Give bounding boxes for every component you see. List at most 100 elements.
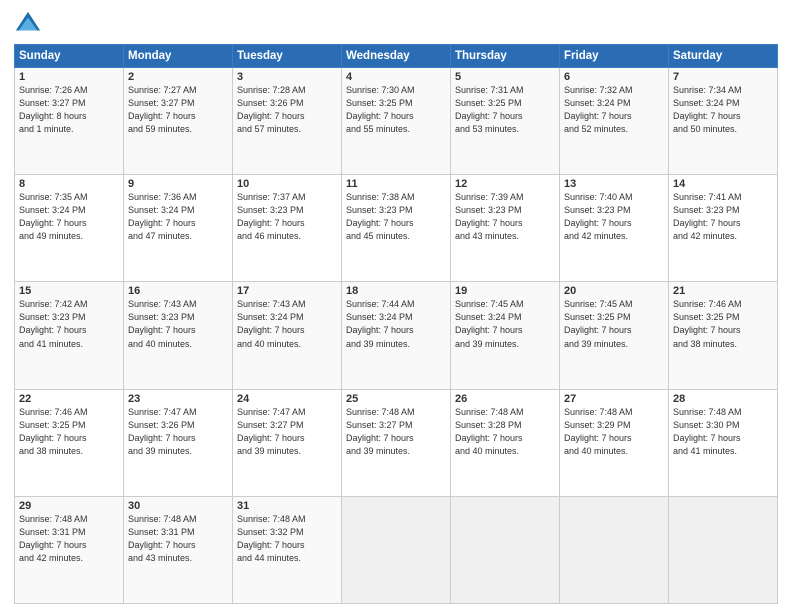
- calendar-cell: 10Sunrise: 7:37 AM Sunset: 3:23 PM Dayli…: [233, 175, 342, 282]
- day-number: 23: [128, 393, 228, 405]
- calendar-cell: 3Sunrise: 7:28 AM Sunset: 3:26 PM Daylig…: [233, 68, 342, 175]
- header: [14, 10, 778, 38]
- day-number: 4: [346, 71, 446, 83]
- calendar-day-header: Thursday: [451, 45, 560, 68]
- calendar-week-row: 22Sunrise: 7:46 AM Sunset: 3:25 PM Dayli…: [15, 389, 778, 496]
- calendar-week-row: 29Sunrise: 7:48 AM Sunset: 3:31 PM Dayli…: [15, 496, 778, 603]
- day-number: 8: [19, 178, 119, 190]
- day-info: Sunrise: 7:48 AM Sunset: 3:31 PM Dayligh…: [128, 513, 228, 565]
- calendar-cell: 9Sunrise: 7:36 AM Sunset: 3:24 PM Daylig…: [124, 175, 233, 282]
- calendar-cell: 4Sunrise: 7:30 AM Sunset: 3:25 PM Daylig…: [342, 68, 451, 175]
- calendar-cell: 23Sunrise: 7:47 AM Sunset: 3:26 PM Dayli…: [124, 389, 233, 496]
- calendar-cell: 28Sunrise: 7:48 AM Sunset: 3:30 PM Dayli…: [669, 389, 778, 496]
- calendar-cell: [669, 496, 778, 603]
- calendar-cell: 31Sunrise: 7:48 AM Sunset: 3:32 PM Dayli…: [233, 496, 342, 603]
- day-info: Sunrise: 7:39 AM Sunset: 3:23 PM Dayligh…: [455, 191, 555, 243]
- day-number: 11: [346, 178, 446, 190]
- day-number: 31: [237, 500, 337, 512]
- page-container: SundayMondayTuesdayWednesdayThursdayFrid…: [0, 0, 792, 612]
- calendar-cell: 2Sunrise: 7:27 AM Sunset: 3:27 PM Daylig…: [124, 68, 233, 175]
- day-info: Sunrise: 7:48 AM Sunset: 3:32 PM Dayligh…: [237, 513, 337, 565]
- day-number: 6: [564, 71, 664, 83]
- calendar-day-header: Saturday: [669, 45, 778, 68]
- calendar-cell: 20Sunrise: 7:45 AM Sunset: 3:25 PM Dayli…: [560, 282, 669, 389]
- day-info: Sunrise: 7:43 AM Sunset: 3:23 PM Dayligh…: [128, 298, 228, 350]
- day-info: Sunrise: 7:44 AM Sunset: 3:24 PM Dayligh…: [346, 298, 446, 350]
- calendar-cell: 26Sunrise: 7:48 AM Sunset: 3:28 PM Dayli…: [451, 389, 560, 496]
- calendar-cell: 18Sunrise: 7:44 AM Sunset: 3:24 PM Dayli…: [342, 282, 451, 389]
- calendar-cell: 24Sunrise: 7:47 AM Sunset: 3:27 PM Dayli…: [233, 389, 342, 496]
- calendar-cell: 12Sunrise: 7:39 AM Sunset: 3:23 PM Dayli…: [451, 175, 560, 282]
- day-info: Sunrise: 7:34 AM Sunset: 3:24 PM Dayligh…: [673, 84, 773, 136]
- day-info: Sunrise: 7:48 AM Sunset: 3:30 PM Dayligh…: [673, 406, 773, 458]
- calendar-cell: 25Sunrise: 7:48 AM Sunset: 3:27 PM Dayli…: [342, 389, 451, 496]
- calendar-cell: 29Sunrise: 7:48 AM Sunset: 3:31 PM Dayli…: [15, 496, 124, 603]
- day-info: Sunrise: 7:48 AM Sunset: 3:29 PM Dayligh…: [564, 406, 664, 458]
- calendar-table: SundayMondayTuesdayWednesdayThursdayFrid…: [14, 44, 778, 604]
- day-info: Sunrise: 7:46 AM Sunset: 3:25 PM Dayligh…: [673, 298, 773, 350]
- day-info: Sunrise: 7:35 AM Sunset: 3:24 PM Dayligh…: [19, 191, 119, 243]
- day-info: Sunrise: 7:47 AM Sunset: 3:26 PM Dayligh…: [128, 406, 228, 458]
- calendar-week-row: 15Sunrise: 7:42 AM Sunset: 3:23 PM Dayli…: [15, 282, 778, 389]
- calendar-day-header: Friday: [560, 45, 669, 68]
- day-info: Sunrise: 7:45 AM Sunset: 3:25 PM Dayligh…: [564, 298, 664, 350]
- calendar-cell: 17Sunrise: 7:43 AM Sunset: 3:24 PM Dayli…: [233, 282, 342, 389]
- day-info: Sunrise: 7:36 AM Sunset: 3:24 PM Dayligh…: [128, 191, 228, 243]
- day-number: 7: [673, 71, 773, 83]
- day-number: 25: [346, 393, 446, 405]
- calendar-cell: [560, 496, 669, 603]
- day-number: 27: [564, 393, 664, 405]
- calendar-cell: 15Sunrise: 7:42 AM Sunset: 3:23 PM Dayli…: [15, 282, 124, 389]
- calendar-cell: 8Sunrise: 7:35 AM Sunset: 3:24 PM Daylig…: [15, 175, 124, 282]
- logo: [14, 10, 46, 38]
- day-info: Sunrise: 7:47 AM Sunset: 3:27 PM Dayligh…: [237, 406, 337, 458]
- calendar-cell: 21Sunrise: 7:46 AM Sunset: 3:25 PM Dayli…: [669, 282, 778, 389]
- day-info: Sunrise: 7:38 AM Sunset: 3:23 PM Dayligh…: [346, 191, 446, 243]
- day-info: Sunrise: 7:32 AM Sunset: 3:24 PM Dayligh…: [564, 84, 664, 136]
- day-info: Sunrise: 7:48 AM Sunset: 3:27 PM Dayligh…: [346, 406, 446, 458]
- day-number: 29: [19, 500, 119, 512]
- calendar-cell: 13Sunrise: 7:40 AM Sunset: 3:23 PM Dayli…: [560, 175, 669, 282]
- day-info: Sunrise: 7:28 AM Sunset: 3:26 PM Dayligh…: [237, 84, 337, 136]
- calendar-week-row: 1Sunrise: 7:26 AM Sunset: 3:27 PM Daylig…: [15, 68, 778, 175]
- day-number: 12: [455, 178, 555, 190]
- day-number: 14: [673, 178, 773, 190]
- calendar-header-row: SundayMondayTuesdayWednesdayThursdayFrid…: [15, 45, 778, 68]
- day-number: 3: [237, 71, 337, 83]
- day-number: 19: [455, 285, 555, 297]
- calendar-cell: 5Sunrise: 7:31 AM Sunset: 3:25 PM Daylig…: [451, 68, 560, 175]
- day-info: Sunrise: 7:42 AM Sunset: 3:23 PM Dayligh…: [19, 298, 119, 350]
- day-info: Sunrise: 7:27 AM Sunset: 3:27 PM Dayligh…: [128, 84, 228, 136]
- calendar-cell: 30Sunrise: 7:48 AM Sunset: 3:31 PM Dayli…: [124, 496, 233, 603]
- day-info: Sunrise: 7:40 AM Sunset: 3:23 PM Dayligh…: [564, 191, 664, 243]
- calendar-cell: 22Sunrise: 7:46 AM Sunset: 3:25 PM Dayli…: [15, 389, 124, 496]
- calendar-day-header: Sunday: [15, 45, 124, 68]
- day-number: 9: [128, 178, 228, 190]
- calendar-cell: 6Sunrise: 7:32 AM Sunset: 3:24 PM Daylig…: [560, 68, 669, 175]
- day-number: 13: [564, 178, 664, 190]
- day-number: 20: [564, 285, 664, 297]
- calendar-cell: 1Sunrise: 7:26 AM Sunset: 3:27 PM Daylig…: [15, 68, 124, 175]
- day-info: Sunrise: 7:48 AM Sunset: 3:28 PM Dayligh…: [455, 406, 555, 458]
- calendar-day-header: Wednesday: [342, 45, 451, 68]
- day-info: Sunrise: 7:46 AM Sunset: 3:25 PM Dayligh…: [19, 406, 119, 458]
- calendar-cell: [342, 496, 451, 603]
- logo-icon: [14, 10, 42, 38]
- day-info: Sunrise: 7:26 AM Sunset: 3:27 PM Dayligh…: [19, 84, 119, 136]
- day-number: 1: [19, 71, 119, 83]
- day-info: Sunrise: 7:48 AM Sunset: 3:31 PM Dayligh…: [19, 513, 119, 565]
- calendar-day-header: Monday: [124, 45, 233, 68]
- calendar-cell: [451, 496, 560, 603]
- day-number: 10: [237, 178, 337, 190]
- calendar-cell: 19Sunrise: 7:45 AM Sunset: 3:24 PM Dayli…: [451, 282, 560, 389]
- day-number: 24: [237, 393, 337, 405]
- calendar-cell: 7Sunrise: 7:34 AM Sunset: 3:24 PM Daylig…: [669, 68, 778, 175]
- day-number: 22: [19, 393, 119, 405]
- day-number: 30: [128, 500, 228, 512]
- day-number: 2: [128, 71, 228, 83]
- day-number: 15: [19, 285, 119, 297]
- day-number: 16: [128, 285, 228, 297]
- day-number: 5: [455, 71, 555, 83]
- day-info: Sunrise: 7:30 AM Sunset: 3:25 PM Dayligh…: [346, 84, 446, 136]
- day-number: 18: [346, 285, 446, 297]
